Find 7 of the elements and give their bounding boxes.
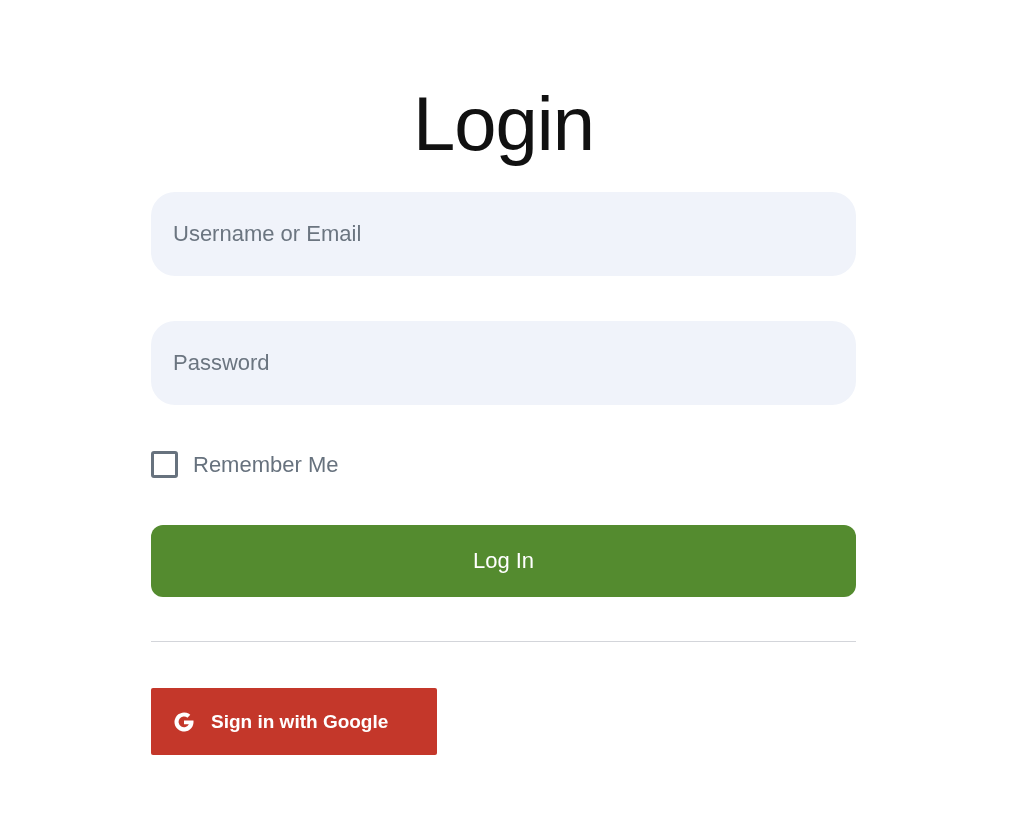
input-field[interactable]: Password bbox=[151, 321, 856, 405]
login-button[interactable]: Log In bbox=[151, 525, 856, 597]
remember-label[interactable]: Remember Me bbox=[193, 451, 339, 478]
google-sign-in-button[interactable]: Sign in with Google bbox=[151, 688, 437, 755]
login-title: Login bbox=[412, 80, 595, 168]
checkbox[interactable] bbox=[151, 451, 178, 478]
input-field[interactable]: Username or Email bbox=[151, 192, 856, 276]
